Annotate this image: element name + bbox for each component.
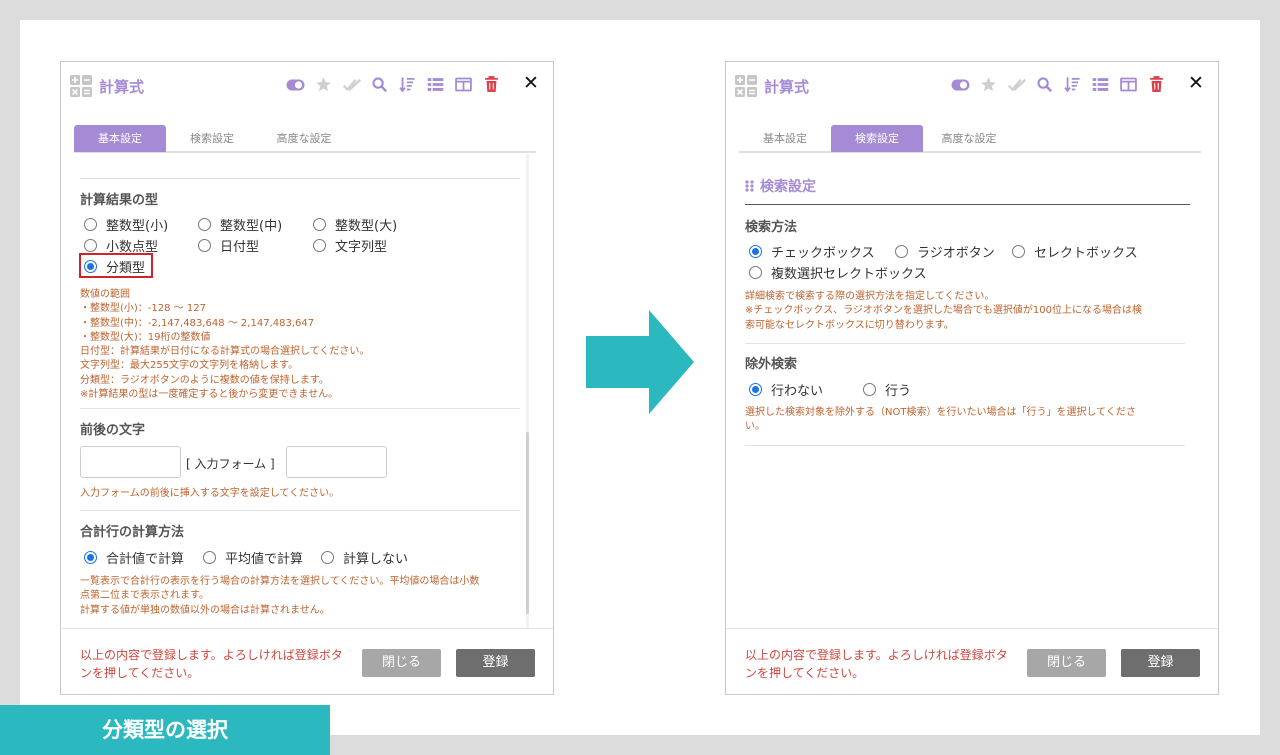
settings-body: 検索設定 検索方法 チェックボックス ラジオボタン セレクトボックス 複数選択セ… xyxy=(739,154,1201,628)
dialog-header: 計算式 ✕ xyxy=(726,62,1218,112)
toolbar xyxy=(286,75,501,94)
dialog-footer: 以上の内容で登録します。よろしければ登録ボタ ンを押してください。 閉じる 登録 xyxy=(726,628,1218,696)
radio-select-box[interactable]: セレクトボックス xyxy=(1012,242,1138,261)
tab-advanced-settings[interactable]: 高度な設定 xyxy=(923,125,1015,152)
radio-total-sum[interactable]: 合計値で計算 xyxy=(84,548,184,567)
divider xyxy=(80,408,520,409)
radio-total-average[interactable]: 平均値で計算 xyxy=(203,548,303,567)
columns-icon[interactable] xyxy=(454,75,473,94)
affix-title: 前後の文字 xyxy=(80,423,146,438)
radio-multi-select-box[interactable]: 複数選択セレクトボックス xyxy=(749,263,927,282)
radio-int-small[interactable]: 整数型(小) xyxy=(84,215,168,234)
radio-category[interactable]: 分類型 xyxy=(84,257,145,276)
divider xyxy=(745,445,1185,446)
result-type-note: 数値の範囲 ・整数型(小)：-128 〜 127 ・整数型(中)：-2,147,… xyxy=(80,289,370,401)
divider xyxy=(80,178,520,179)
search-method-note: 詳細検索で検索する際の選択方法を指定してください。 ※チェックボックス、ラジオボ… xyxy=(745,291,1142,331)
save-button[interactable]: 登録 xyxy=(1121,649,1200,677)
panel-title: 検索設定 xyxy=(760,179,816,195)
list-icon[interactable] xyxy=(426,75,445,94)
toggle-icon[interactable] xyxy=(951,75,970,94)
list-icon[interactable] xyxy=(1091,75,1110,94)
dialog-header: 計算式 ✕ xyxy=(61,62,553,112)
dialog-title: 計算式 xyxy=(764,78,810,96)
tab-bar: 基本設定 検索設定 高度な設定 xyxy=(739,125,1201,153)
total-method-title: 合計行の計算方法 xyxy=(80,525,185,540)
star-icon[interactable] xyxy=(314,75,333,94)
tab-basic-settings[interactable]: 基本設定 xyxy=(74,125,166,152)
confirm-message: 以上の内容で登録します。よろしければ登録ボタ ンを押してください。 xyxy=(80,648,343,680)
result-type-title: 計算結果の型 xyxy=(80,193,159,208)
radio-exclude-on[interactable]: 行う xyxy=(863,380,911,399)
save-button[interactable]: 登録 xyxy=(456,649,535,677)
toggle-icon[interactable] xyxy=(286,75,305,94)
arrow-right-icon xyxy=(586,310,694,414)
close-icon[interactable]: ✕ xyxy=(1186,73,1206,93)
sort-icon[interactable] xyxy=(1063,75,1082,94)
tab-search-settings[interactable]: 検索設定 xyxy=(166,125,258,152)
exclude-search-note: 選択した検索対象を除外する（NOT検索）を行いたい場合は「行う」を選択してくださ… xyxy=(745,407,1136,433)
tab-search-settings[interactable]: 検索設定 xyxy=(831,125,923,152)
scrollbar-thumb[interactable] xyxy=(526,432,529,614)
settings-body: 計算結果の型 整数型(小) 整数型(中) 整数型(大) 小数点型 日付型 文字列… xyxy=(74,154,536,628)
close-button[interactable]: 閉じる xyxy=(362,649,441,677)
search-icon[interactable] xyxy=(1035,75,1054,94)
radio-checkbox[interactable]: チェックボックス xyxy=(749,242,875,261)
caption-banner: 分類型の選択 xyxy=(0,705,330,755)
radio-date[interactable]: 日付型 xyxy=(198,236,259,255)
grip-icon xyxy=(745,180,754,192)
divider xyxy=(80,510,520,511)
tab-basic-settings[interactable]: 基本設定 xyxy=(739,125,831,152)
toolbar xyxy=(951,75,1166,94)
calculator-icon xyxy=(70,75,92,97)
search-icon[interactable] xyxy=(370,75,389,94)
dialog-footer: 以上の内容で登録します。よろしければ登録ボタ ンを押してください。 閉じる 登録 xyxy=(61,628,553,696)
calc-settings-dialog-search: 計算式 ✕ 基本設定 検索設定 高度な設定 検索設定 検索方法 チェックボックス… xyxy=(725,61,1219,695)
confirm-message: 以上の内容で登録します。よろしければ登録ボタ ンを押してください。 xyxy=(745,648,1008,680)
sort-icon[interactable] xyxy=(398,75,417,94)
input-form-label: [ 入力フォーム ] xyxy=(186,457,275,471)
radio-int-medium[interactable]: 整数型(中) xyxy=(198,215,282,234)
prefix-input[interactable] xyxy=(80,446,181,478)
double-check-icon[interactable] xyxy=(1007,75,1026,94)
total-method-note: 一覧表示で合計行の表示を行う場合の計算方法を選択してください。平均値の場合は小数… xyxy=(80,576,480,616)
double-check-icon[interactable] xyxy=(342,75,361,94)
tab-bar: 基本設定 検索設定 高度な設定 xyxy=(74,125,536,153)
radio-int-large[interactable]: 整数型(大) xyxy=(313,215,397,234)
radio-exclude-off[interactable]: 行わない xyxy=(749,380,823,399)
radio-string[interactable]: 文字列型 xyxy=(313,236,387,255)
suffix-input[interactable] xyxy=(286,446,387,478)
close-button[interactable]: 閉じる xyxy=(1027,649,1106,677)
calc-settings-dialog-basic: 計算式 ✕ 基本設定 検索設定 高度な設定 計算結果の型 整数型(小) 整数型(… xyxy=(60,61,554,695)
search-method-title: 検索方法 xyxy=(745,220,798,235)
radio-radio-button[interactable]: ラジオボタン xyxy=(895,242,995,261)
exclude-search-title: 除外検索 xyxy=(745,357,798,372)
tab-advanced-settings[interactable]: 高度な設定 xyxy=(258,125,350,152)
divider xyxy=(745,204,1190,205)
calculator-icon xyxy=(735,75,757,97)
dialog-title: 計算式 xyxy=(99,78,145,96)
close-icon[interactable]: ✕ xyxy=(521,73,541,93)
panel-heading: 検索設定 xyxy=(745,176,816,196)
divider xyxy=(745,343,1185,344)
radio-total-none[interactable]: 計算しない xyxy=(321,548,408,567)
affix-note: 入力フォームの前後に挿入する文字を設定してください。 xyxy=(80,488,340,499)
trash-icon[interactable] xyxy=(1147,75,1166,94)
columns-icon[interactable] xyxy=(1119,75,1138,94)
scrollbar[interactable] xyxy=(526,154,529,628)
star-icon[interactable] xyxy=(979,75,998,94)
trash-icon[interactable] xyxy=(482,75,501,94)
